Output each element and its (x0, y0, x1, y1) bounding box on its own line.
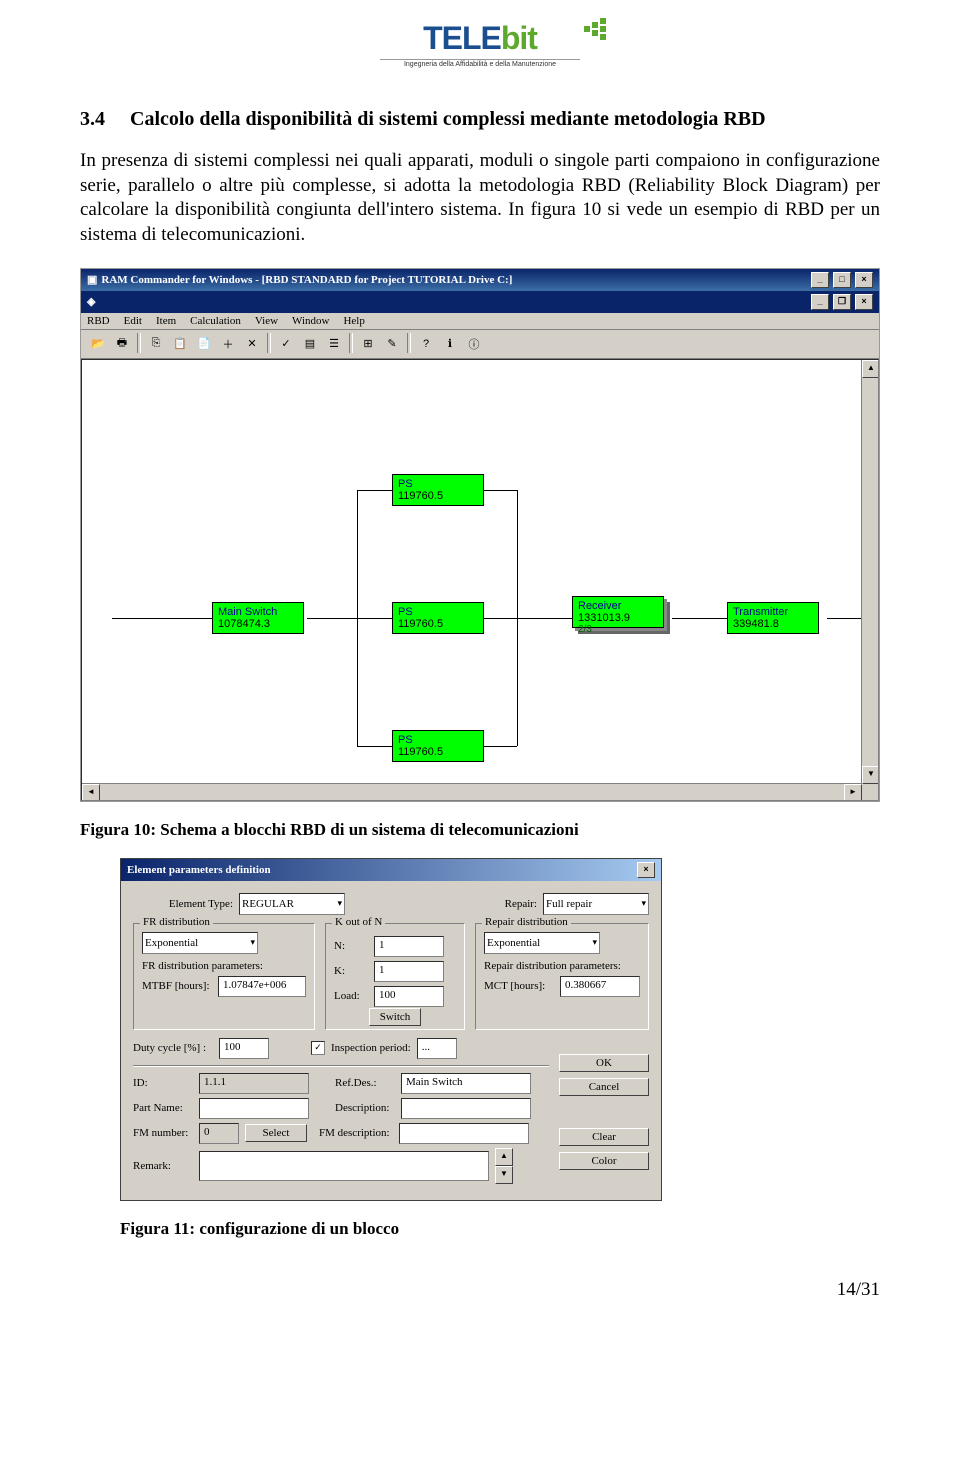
list-icon[interactable]: ☰ (323, 333, 345, 355)
delete-icon[interactable]: ✕ (241, 333, 263, 355)
duty-cycle-input[interactable]: 100 (219, 1038, 269, 1059)
add-icon[interactable]: ＋ (217, 333, 239, 355)
maximize-button[interactable]: □ (833, 272, 851, 288)
close-button[interactable]: × (855, 272, 873, 288)
menu-help[interactable]: Help (343, 315, 364, 327)
menubar: RBD Edit Item Calculation View Window He… (81, 313, 879, 330)
load-input[interactable]: 100 (374, 986, 444, 1007)
doc-icon: ◈ (87, 295, 95, 308)
k-out-of-n-group: K out of N N:1 K:1 Load:100 Switch (325, 923, 465, 1030)
menu-rbd[interactable]: RBD (87, 315, 110, 327)
rbd-block-main-switch[interactable]: Main Switch1078474.3 (212, 602, 304, 634)
check-icon[interactable]: ✓ (275, 333, 297, 355)
screenshot-ram-commander: ▣ RAM Commander for Windows - [RBD STAND… (80, 268, 880, 802)
window-title: RAM Commander for Windows - [RBD STANDAR… (101, 274, 512, 286)
child-close-button[interactable]: × (855, 294, 873, 310)
cancel-button[interactable]: Cancel (559, 1078, 649, 1096)
menu-view[interactable]: View (255, 315, 278, 327)
rbd-canvas[interactable]: Main Switch1078474.3 PS119760.5 PS119760… (81, 359, 879, 801)
repair-distribution-group: Repair distribution Exponential Repair d… (475, 923, 649, 1030)
rbd-block-ps-2[interactable]: PS119760.5 (392, 602, 484, 634)
app-icon: ▣ (87, 273, 97, 286)
copy-icon[interactable]: ⎘ (145, 333, 167, 355)
repair-select[interactable]: Full repair (543, 893, 649, 915)
logo: TELEbit Ingegneria della Affidabilità e … (80, 20, 880, 78)
print-icon[interactable]: 🖶 (111, 333, 133, 355)
n-input[interactable]: 1 (374, 936, 444, 957)
edit-icon[interactable]: ✎ (381, 333, 403, 355)
menu-window[interactable]: Window (292, 315, 329, 327)
part-name-input[interactable] (199, 1098, 309, 1119)
repair-label: Repair: (505, 898, 537, 910)
rbd-block-transmitter[interactable]: Transmitter339481.8 (727, 602, 819, 634)
switch-button[interactable]: Switch (369, 1008, 422, 1026)
clear-button[interactable]: Clear (559, 1128, 649, 1146)
paste-icon[interactable]: 📋 (169, 333, 191, 355)
repair-dist-select[interactable]: Exponential (484, 932, 600, 954)
mtbf-input[interactable]: 1.07847e+006 (218, 976, 306, 997)
menu-item[interactable]: Item (156, 315, 176, 327)
menu-edit[interactable]: Edit (124, 315, 142, 327)
color-button[interactable]: Color (559, 1152, 649, 1170)
element-type-label: Element Type: (133, 898, 233, 910)
refdes-input[interactable]: Main Switch (401, 1073, 531, 1094)
rbd-block-ps-1[interactable]: PS119760.5 (392, 474, 484, 506)
element-type-select[interactable]: REGULAR (239, 893, 345, 915)
remark-down[interactable]: ▼ (495, 1166, 513, 1184)
about-icon[interactable]: ⓘ (463, 333, 485, 355)
inspection-checkbox[interactable]: ✓ (311, 1041, 325, 1055)
help-icon[interactable]: ? (415, 333, 437, 355)
toolbar: 📂 🖶 ⎘ 📋 📄 ＋ ✕ ✓ ▤ ☰ ⊞ ✎ ? ℹ ⓘ (81, 330, 879, 359)
remark-up[interactable]: ▲ (495, 1148, 513, 1166)
ok-button[interactable]: OK (559, 1054, 649, 1072)
remark-input[interactable] (199, 1151, 489, 1181)
figure-caption-10: Figura 10: Schema a blocchi RBD di un si… (80, 820, 880, 840)
fm-description-input[interactable] (399, 1123, 529, 1144)
horizontal-scrollbar[interactable]: ◄► (82, 783, 862, 800)
rbd-block-receiver[interactable]: Receiver1331013.9 2/3 (572, 596, 664, 628)
dialog-titlebar: Element parameters definition × (121, 859, 661, 881)
minimize-button[interactable]: _ (811, 272, 829, 288)
child-minimize-button[interactable]: _ (811, 294, 829, 310)
menu-calculation[interactable]: Calculation (190, 315, 241, 327)
dialog-close-button[interactable]: × (637, 862, 655, 878)
fm-number-input: 0 (199, 1123, 239, 1144)
doc-icon[interactable]: 📄 (193, 333, 215, 355)
sheet-icon[interactable]: ▤ (299, 333, 321, 355)
open-icon[interactable]: 📂 (87, 333, 109, 355)
info-icon[interactable]: ℹ (439, 333, 461, 355)
inspection-period-input[interactable]: ... (417, 1038, 457, 1059)
k-input[interactable]: 1 (374, 961, 444, 982)
fr-dist-select[interactable]: Exponential (142, 932, 258, 954)
select-button[interactable]: Select (245, 1124, 307, 1142)
dialog-title: Element parameters definition (127, 864, 271, 876)
rbd-block-ps-3[interactable]: PS119760.5 (392, 730, 484, 762)
description-input[interactable] (401, 1098, 531, 1119)
page-number: 14/31 (80, 1279, 880, 1301)
child-window-titlebar: ◈ _ ❐ × (81, 291, 879, 313)
id-input: 1.1.1 (199, 1073, 309, 1094)
tree-icon[interactable]: ⊞ (357, 333, 379, 355)
screenshot-element-params-dialog: Element parameters definition × Element … (120, 858, 662, 1201)
figure-caption-11: Figura 11: configurazione di un blocco (120, 1219, 880, 1239)
section-heading: 3.4Calcolo della disponibilità di sistem… (80, 108, 880, 131)
body-paragraph: In presenza di sistemi complessi nei qua… (80, 149, 880, 248)
child-restore-button[interactable]: ❐ (833, 294, 851, 310)
mct-input[interactable]: 0.380667 (560, 976, 640, 997)
fr-distribution-group: FR distribution Exponential FR distribut… (133, 923, 315, 1030)
window-titlebar: ▣ RAM Commander for Windows - [RBD STAND… (81, 269, 879, 291)
vertical-scrollbar[interactable]: ▲▼ (861, 360, 878, 784)
